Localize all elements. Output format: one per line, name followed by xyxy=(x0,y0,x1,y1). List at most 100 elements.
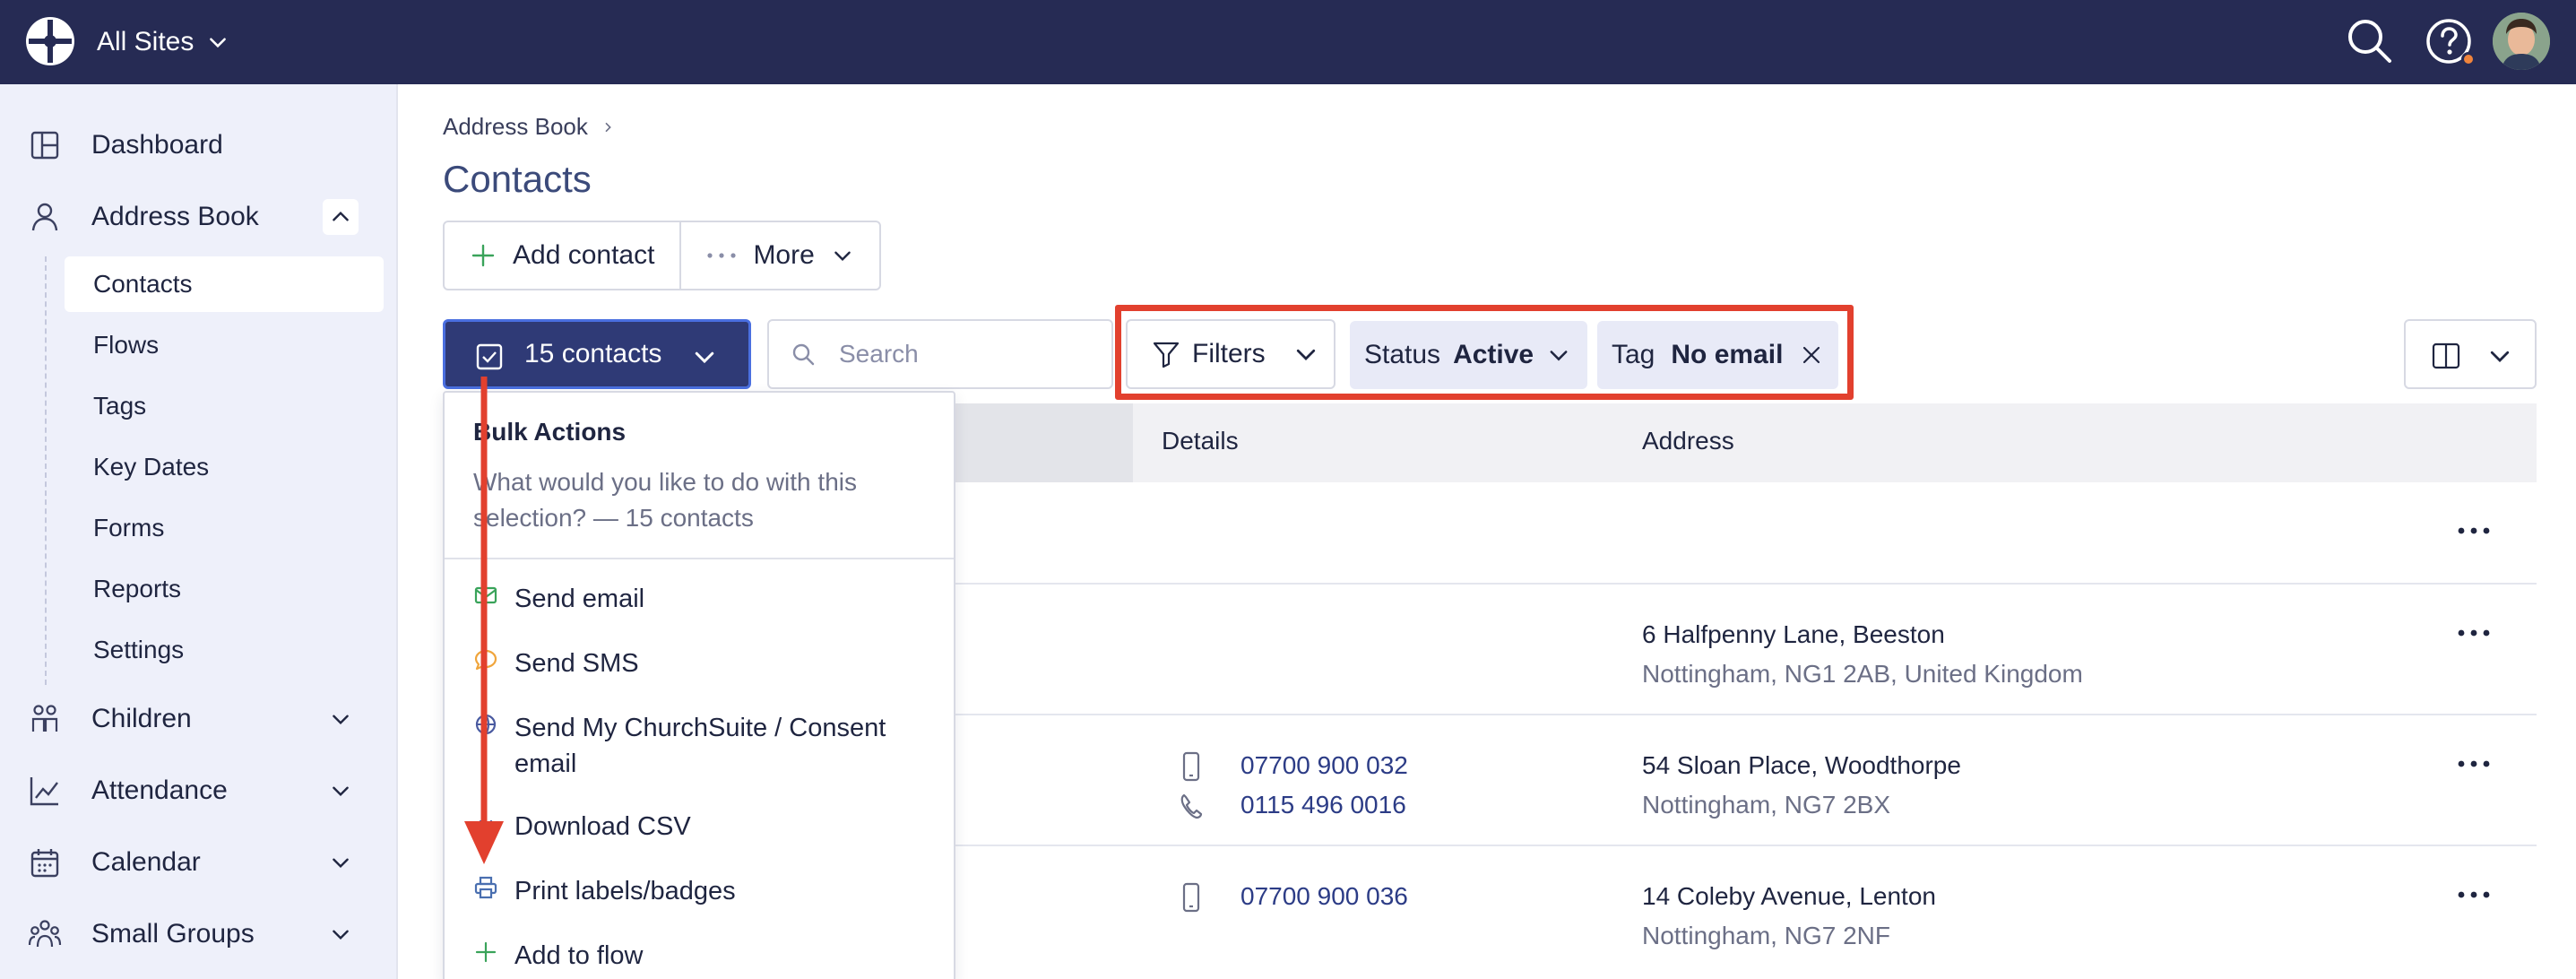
sidebar-subitem-key-dates[interactable]: Key Dates xyxy=(65,439,384,495)
calendar-icon xyxy=(30,849,59,878)
chevron-down-icon[interactable] xyxy=(323,916,359,952)
subitem-label: Settings xyxy=(93,636,185,663)
search-icon xyxy=(792,343,815,366)
annotation-highlight-box xyxy=(1115,305,1854,400)
row-actions-icon[interactable] xyxy=(2456,755,2492,773)
chevron-down-icon[interactable] xyxy=(323,773,359,809)
menu-item-print-labels[interactable]: Print labels/badges xyxy=(445,864,954,918)
mobile-phone-icon xyxy=(1182,882,1200,913)
row-actions-icon[interactable] xyxy=(2456,624,2492,642)
plus-icon xyxy=(475,941,497,963)
search-icon[interactable] xyxy=(2343,14,2397,68)
sidebar: Dashboard Address Book Contacts Flows Ta… xyxy=(0,84,398,979)
sidebar-item-address-book[interactable]: Address Book xyxy=(0,190,398,244)
chart-icon xyxy=(30,777,58,806)
menu-item-add-to-flow[interactable]: Add to flow xyxy=(445,929,954,979)
sidebar-subitem-settings[interactable]: Settings xyxy=(65,622,384,678)
subitem-label: Contacts xyxy=(93,270,193,298)
address-line2: Nottingham, NG7 2NF xyxy=(1642,922,1890,949)
sidebar-item-dashboard[interactable]: Dashboard xyxy=(0,118,398,172)
address-line1: 14 Coleby Avenue, Lenton xyxy=(1642,882,1936,910)
breadcrumb-item[interactable]: Address Book xyxy=(443,113,588,141)
user-avatar[interactable] xyxy=(2493,13,2550,70)
sidebar-subitem-reports[interactable]: Reports xyxy=(65,561,384,617)
menu-item-label: Download CSV xyxy=(514,812,691,841)
column-header-details[interactable]: Details xyxy=(1162,427,1239,455)
chevron-down-icon xyxy=(695,351,714,364)
dashboard-icon xyxy=(30,131,59,160)
bulk-actions-menu: Bulk Actions What would you like to do w… xyxy=(443,391,955,979)
column-view-button[interactable] xyxy=(2404,319,2537,389)
menu-item-label: Send My ChurchSuite / Consent email xyxy=(514,714,886,778)
mobile-phone-icon xyxy=(1182,751,1200,782)
top-bar: All Sites xyxy=(0,0,2576,84)
sidebar-item-label: Dashboard xyxy=(91,130,223,160)
address-line1: 54 Sloan Place, Woodthorpe xyxy=(1642,751,1961,779)
subitem-label: Tags xyxy=(93,392,147,420)
ellipsis-icon xyxy=(707,253,737,258)
menu-item-send-email[interactable]: Send email xyxy=(445,572,954,626)
menu-item-label: Print labels/badges xyxy=(514,877,736,905)
landline-phone-icon xyxy=(1180,793,1203,819)
menu-divider xyxy=(445,558,954,559)
sidebar-item-label: Calendar xyxy=(91,847,201,877)
address-line2: Nottingham, NG7 2BX xyxy=(1642,791,1891,819)
sidebar-subitem-tags[interactable]: Tags xyxy=(65,378,384,434)
menu-item-label: Add to flow xyxy=(514,941,644,970)
chevron-down-icon xyxy=(2490,351,2510,362)
person-icon xyxy=(31,203,58,231)
sidebar-item-attendance[interactable]: Attendance xyxy=(0,764,398,818)
add-contact-button[interactable]: Add contact xyxy=(445,222,679,289)
chevron-down-icon[interactable] xyxy=(323,701,359,737)
subnav-guide-line xyxy=(45,256,47,685)
chevron-up-icon[interactable] xyxy=(323,199,359,235)
sidebar-item-label: Small Groups xyxy=(91,919,255,949)
more-button[interactable]: More xyxy=(679,222,878,289)
subitem-label: Key Dates xyxy=(93,453,210,481)
search-input[interactable] xyxy=(839,332,1099,377)
notification-dot xyxy=(2461,52,2476,66)
plus-icon xyxy=(471,244,495,267)
chevron-down-icon xyxy=(210,38,227,48)
sidebar-item-label: Children xyxy=(91,704,192,733)
sidebar-subitem-flows[interactable]: Flows xyxy=(65,317,384,373)
children-icon xyxy=(31,705,58,732)
sidebar-subitem-forms[interactable]: Forms xyxy=(65,500,384,556)
menu-item-send-consent-email[interactable]: Send My ChurchSuite / Consent email xyxy=(445,701,954,791)
bulk-actions-description: What would you like to do with this sele… xyxy=(473,468,857,532)
sidebar-item-small-groups[interactable]: Small Groups xyxy=(0,907,398,961)
breadcrumb: Address Book xyxy=(443,113,615,141)
logo-icon[interactable] xyxy=(23,14,77,68)
sidebar-item-children[interactable]: Children xyxy=(0,692,398,746)
chevron-down-icon[interactable] xyxy=(323,845,359,880)
menu-item-label: Send SMS xyxy=(514,649,639,678)
more-label: More xyxy=(753,240,815,270)
annotation-arrow xyxy=(464,377,504,864)
chevron-right-icon xyxy=(605,122,611,132)
phone-link[interactable]: 07700 900 036 xyxy=(1240,882,1408,911)
page-title: Contacts xyxy=(443,158,592,200)
sidebar-item-label: Address Book xyxy=(91,202,259,231)
add-contact-label: Add contact xyxy=(513,240,655,270)
columns-icon xyxy=(2432,342,2460,369)
print-icon xyxy=(474,876,497,899)
column-header-address[interactable]: Address xyxy=(1642,427,1734,455)
menu-item-download-csv[interactable]: Download CSV xyxy=(445,800,954,853)
sidebar-item-label: Attendance xyxy=(91,775,228,805)
menu-item-label: Send email xyxy=(514,585,645,613)
phone-link[interactable]: 07700 900 032 xyxy=(1240,751,1408,780)
row-actions-icon[interactable] xyxy=(2456,886,2492,904)
subitem-label: Reports xyxy=(93,575,182,602)
menu-item-send-sms[interactable]: Send SMS xyxy=(445,637,954,690)
group-icon xyxy=(28,920,62,948)
site-switcher[interactable]: All Sites xyxy=(97,24,229,60)
site-switcher-label: All Sites xyxy=(97,27,194,56)
row-actions-icon[interactable] xyxy=(2456,522,2492,540)
sidebar-item-calendar[interactable]: Calendar xyxy=(0,836,398,889)
selection-label: 15 contacts xyxy=(524,339,662,368)
phone-link[interactable]: 0115 496 0016 xyxy=(1240,791,1406,819)
sidebar-subitem-contacts[interactable]: Contacts xyxy=(65,256,384,312)
toolbar: Add contact More xyxy=(443,221,881,290)
address-line1: 6 Halfpenny Lane, Beeston xyxy=(1642,620,1945,648)
checkbox-checked-icon xyxy=(476,343,503,370)
